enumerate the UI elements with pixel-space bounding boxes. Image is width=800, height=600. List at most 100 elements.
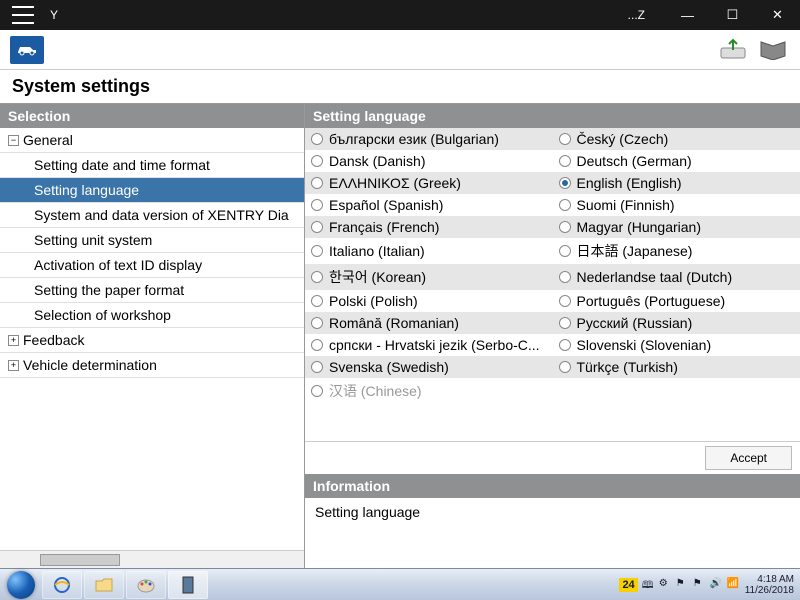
- language-option[interactable]: 汉语 (Chinese): [305, 378, 553, 404]
- radio-icon: [559, 221, 571, 233]
- taskbar-paint[interactable]: [126, 571, 166, 599]
- app-window: Y ...Z — ☐ ✕ System settings Selection: [0, 0, 800, 600]
- title-left: Y: [50, 8, 58, 22]
- language-option[interactable]: ΕΛΛΗΝΙΚΟΣ (Greek): [305, 172, 553, 194]
- language-list: български език (Bulgarian)Český (Czech)D…: [305, 128, 800, 441]
- language-option[interactable]: Magyar (Hungarian): [553, 216, 800, 238]
- expand-icon[interactable]: +: [8, 360, 19, 371]
- maximize-button[interactable]: ☐: [710, 0, 755, 30]
- radio-icon: [311, 221, 323, 233]
- radio-icon: [311, 199, 323, 211]
- taskbar-explorer[interactable]: [84, 571, 124, 599]
- minimize-button[interactable]: —: [665, 0, 710, 30]
- tree-item[interactable]: System and data version of XENTRY Dia: [0, 203, 304, 228]
- book-icon[interactable]: [756, 36, 790, 64]
- tree-vehicle[interactable]: + Vehicle determination: [0, 353, 304, 378]
- language-label: Magyar (Hungarian): [577, 219, 702, 235]
- tree-item[interactable]: Setting unit system: [0, 228, 304, 253]
- selection-header: Selection: [0, 104, 304, 128]
- tray-flag-icon[interactable]: ⚑: [693, 578, 707, 592]
- tree-label: Vehicle determination: [23, 357, 157, 373]
- tray-icon[interactable]: ⚙: [659, 578, 673, 592]
- language-label: ΕΛΛΗΝΙΚΟΣ (Greek): [329, 175, 461, 191]
- export-icon[interactable]: [716, 36, 750, 64]
- radio-icon: [559, 361, 571, 373]
- language-option[interactable]: Nederlandse taal (Dutch): [553, 264, 800, 290]
- taskbar: 24 🕮 ⚙ ⚑ ⚑ 🔊 📶 4:18 AM 11/26/2018: [0, 568, 800, 600]
- language-label: 汉语 (Chinese): [329, 381, 422, 401]
- language-option[interactable]: Deutsch (German): [553, 150, 800, 172]
- tray-volume-icon[interactable]: 🔊: [710, 578, 724, 592]
- settings-tree: − General Setting date and time formatSe…: [0, 128, 304, 550]
- language-option: [553, 378, 800, 404]
- radio-icon: [311, 177, 323, 189]
- language-label: Italiano (Italian): [329, 243, 425, 259]
- tray-flag-icon[interactable]: ⚑: [676, 578, 690, 592]
- language-option[interactable]: Italiano (Italian): [305, 238, 553, 264]
- info-text: Setting language: [305, 498, 800, 568]
- tray-network-icon[interactable]: 📶: [727, 578, 741, 592]
- radio-icon: [311, 295, 323, 307]
- language-option[interactable]: Svenska (Swedish): [305, 356, 553, 378]
- language-option[interactable]: 한국어 (Korean): [305, 264, 553, 290]
- expand-icon[interactable]: +: [8, 335, 19, 346]
- language-option[interactable]: српски - Hrvatski jezik (Serbo-C...: [305, 334, 553, 356]
- tree-item[interactable]: Selection of workshop: [0, 303, 304, 328]
- radio-icon: [559, 177, 571, 189]
- language-option[interactable]: Suomi (Finnish): [553, 194, 800, 216]
- language-option[interactable]: Dansk (Danish): [305, 150, 553, 172]
- tree-item[interactable]: Setting the paper format: [0, 278, 304, 303]
- start-button[interactable]: [2, 569, 40, 600]
- language-label: Polski (Polish): [329, 293, 418, 309]
- radio-icon: [559, 245, 571, 257]
- taskbar-ie[interactable]: [42, 571, 82, 599]
- tree-feedback[interactable]: + Feedback: [0, 328, 304, 353]
- clock-date: 11/26/2018: [745, 585, 794, 596]
- selection-panel: Selection − General Setting date and tim…: [0, 104, 305, 568]
- tray-badge[interactable]: 24: [619, 578, 637, 592]
- menu-icon[interactable]: [12, 6, 34, 24]
- content: Selection − General Setting date and tim…: [0, 103, 800, 568]
- language-label: српски - Hrvatski jezik (Serbo-C...: [329, 337, 540, 353]
- language-option[interactable]: Slovenski (Slovenian): [553, 334, 800, 356]
- clock[interactable]: 4:18 AM 11/26/2018: [745, 574, 794, 596]
- close-button[interactable]: ✕: [755, 0, 800, 30]
- tree-item[interactable]: Setting language: [0, 178, 304, 203]
- radio-icon: [311, 155, 323, 167]
- language-option[interactable]: Português (Portuguese): [553, 290, 800, 312]
- language-option[interactable]: Français (French): [305, 216, 553, 238]
- language-option[interactable]: Español (Spanish): [305, 194, 553, 216]
- accept-button[interactable]: Accept: [705, 446, 792, 470]
- vehicle-button[interactable]: [10, 36, 44, 64]
- language-option[interactable]: Polski (Polish): [305, 290, 553, 312]
- language-label: Nederlandse taal (Dutch): [577, 269, 733, 285]
- language-option[interactable]: Český (Czech): [553, 128, 800, 150]
- radio-icon: [311, 245, 323, 257]
- tree-general[interactable]: − General: [0, 128, 304, 153]
- language-option[interactable]: Русский (Russian): [553, 312, 800, 334]
- taskbar-app[interactable]: [168, 571, 208, 599]
- language-label: 한국어 (Korean): [329, 267, 426, 287]
- language-label: Español (Spanish): [329, 197, 443, 213]
- language-option[interactable]: Türkçe (Turkish): [553, 356, 800, 378]
- radio-icon: [311, 385, 323, 397]
- tray-icon[interactable]: 🕮: [642, 578, 656, 592]
- language-option[interactable]: Română (Romanian): [305, 312, 553, 334]
- language-option[interactable]: български език (Bulgarian): [305, 128, 553, 150]
- language-label: Suomi (Finnish): [577, 197, 675, 213]
- horizontal-scrollbar[interactable]: [0, 550, 304, 568]
- language-option[interactable]: English (English): [553, 172, 800, 194]
- tree-item[interactable]: Activation of text ID display: [0, 253, 304, 278]
- radio-icon: [559, 295, 571, 307]
- radio-icon: [311, 133, 323, 145]
- system-tray: 24 🕮 ⚙ ⚑ ⚑ 🔊 📶 4:18 AM 11/26/2018: [619, 574, 800, 596]
- language-option[interactable]: 日本語 (Japanese): [553, 238, 800, 264]
- tree-item[interactable]: Setting date and time format: [0, 153, 304, 178]
- language-label: Português (Portuguese): [577, 293, 726, 309]
- language-label: English (English): [577, 175, 682, 191]
- language-label: Deutsch (German): [577, 153, 692, 169]
- language-label: български език (Bulgarian): [329, 131, 499, 147]
- collapse-icon[interactable]: −: [8, 135, 19, 146]
- language-label: Slovenski (Slovenian): [577, 337, 712, 353]
- tree-label: Feedback: [23, 332, 84, 348]
